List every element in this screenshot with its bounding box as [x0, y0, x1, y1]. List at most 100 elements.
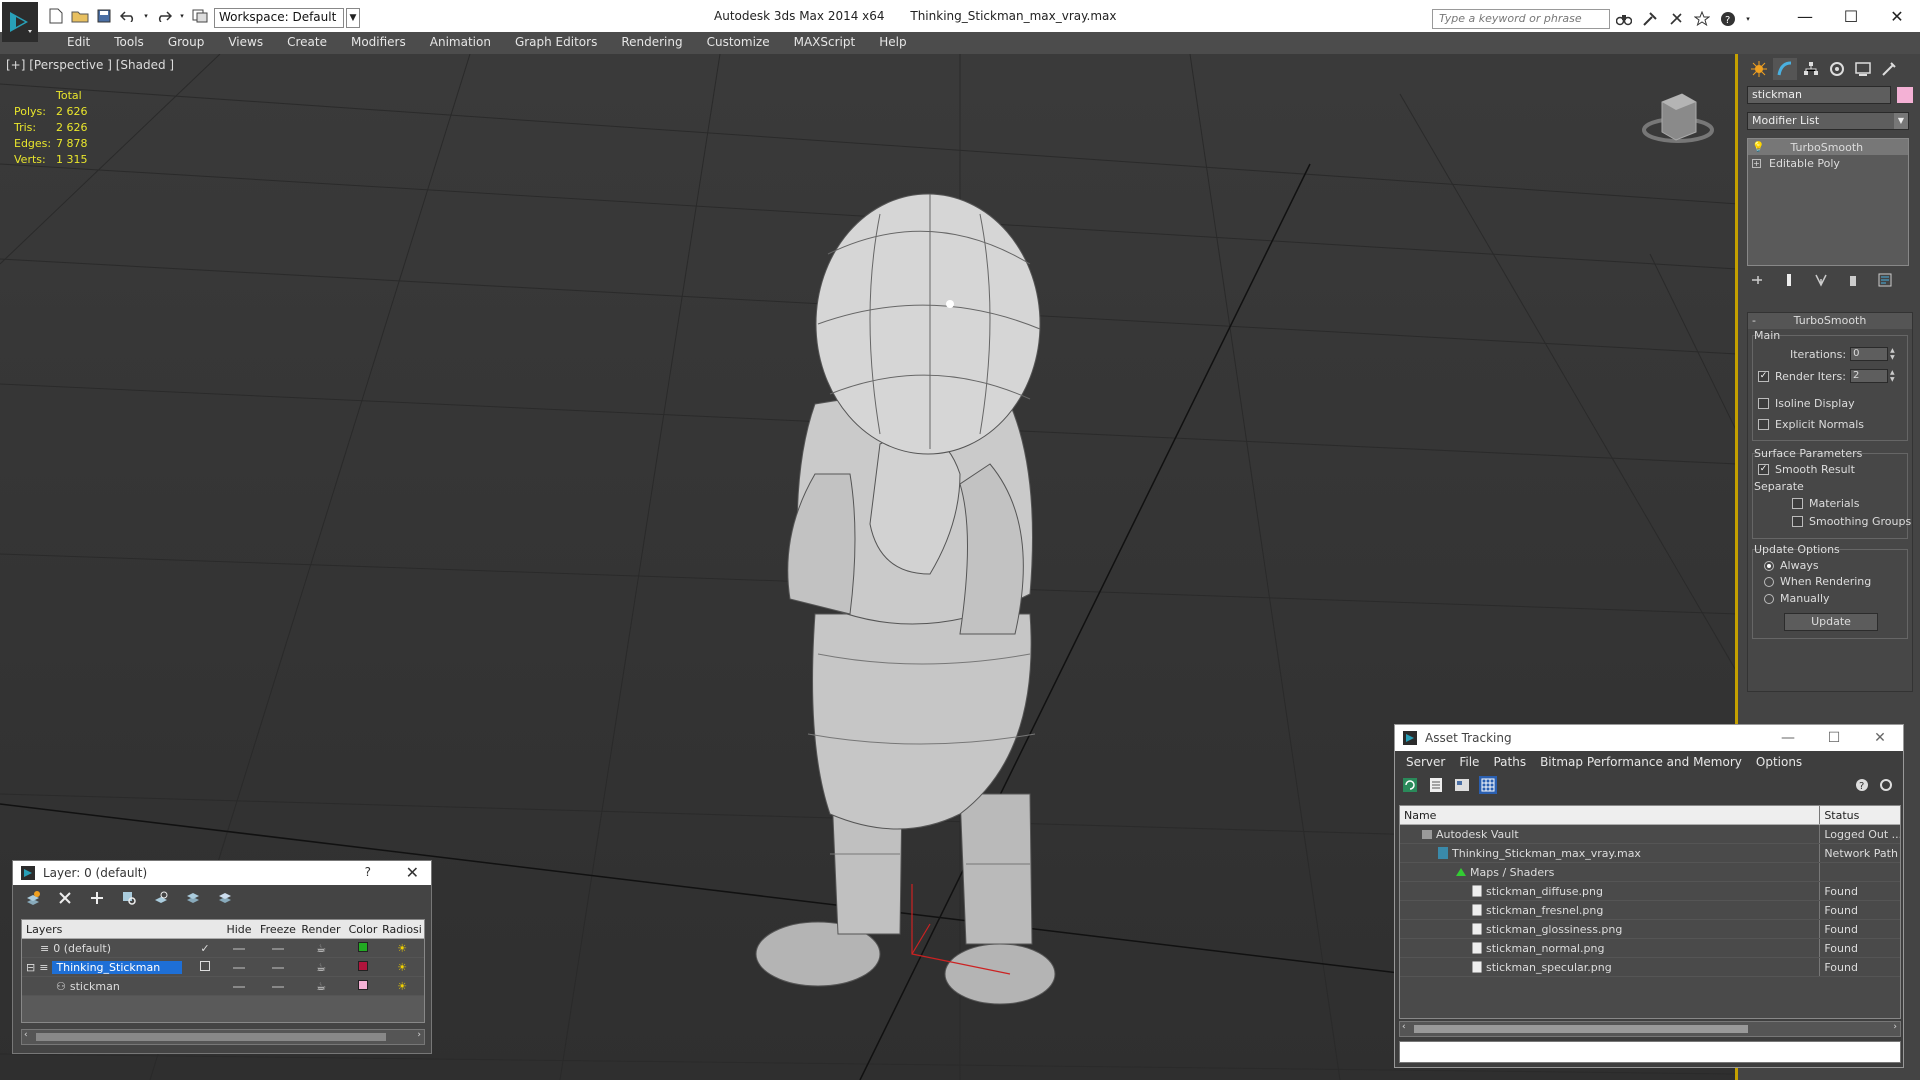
stack-item-editable-poly[interactable]: + Editable Poly: [1748, 155, 1908, 171]
spinner-arrows-icon[interactable]: ▲ ▼: [1890, 369, 1898, 383]
minimize-button[interactable]: —: [1765, 725, 1811, 751]
motion-tab-icon[interactable]: [1825, 58, 1849, 80]
minimize-button[interactable]: —: [1782, 0, 1828, 32]
render-teapot-icon[interactable]: ☕: [298, 942, 344, 955]
table-view-icon[interactable]: [1453, 776, 1471, 794]
configure-sets-icon[interactable]: [1877, 272, 1893, 288]
add-to-layer-icon[interactable]: [87, 888, 107, 908]
menu-maxscript[interactable]: MAXScript: [782, 32, 868, 54]
asset-horizontal-scrollbar[interactable]: ‹ ›: [1399, 1021, 1901, 1037]
communication-icon[interactable]: [1666, 9, 1686, 29]
app-menu-button[interactable]: [2, 2, 38, 42]
stickman-model[interactable]: [755, 193, 1056, 1005]
scrollbar-thumb[interactable]: [1414, 1025, 1748, 1033]
asset-menu-server[interactable]: Server: [1399, 755, 1452, 769]
viewport-label[interactable]: [+] [Perspective ] [Shaded ]: [6, 58, 174, 72]
utilities-tab-icon[interactable]: [1877, 58, 1901, 80]
expand-plus-icon[interactable]: +: [1752, 158, 1761, 168]
menu-graph-editors[interactable]: Graph Editors: [503, 32, 609, 54]
maximize-button[interactable]: ☐: [1811, 725, 1857, 751]
help-dropdown-icon[interactable]: ▾: [1744, 9, 1752, 29]
lightbulb-icon[interactable]: 💡: [1752, 142, 1764, 153]
hide-toggle[interactable]: [233, 966, 245, 969]
asset-row-fresnel[interactable]: stickman_fresnel.png Found: [1400, 901, 1900, 920]
rollout-header[interactable]: - TurboSmooth: [1748, 313, 1912, 329]
asset-row-vault[interactable]: Autodesk Vault Logged Out ...: [1400, 825, 1900, 844]
menu-create[interactable]: Create: [275, 32, 339, 54]
redo-icon[interactable]: [154, 6, 174, 26]
help-icon[interactable]: ?: [1718, 9, 1738, 29]
scroll-right-icon[interactable]: ›: [1893, 1022, 1897, 1032]
list-view-icon[interactable]: [1427, 776, 1445, 794]
current-layer-check-icon[interactable]: ✓: [190, 942, 220, 955]
render-teapot-icon[interactable]: ☕: [298, 961, 344, 974]
pin-stack-icon[interactable]: [1749, 272, 1765, 288]
remove-modifier-icon[interactable]: [1845, 272, 1861, 288]
asset-row-scene-file[interactable]: Thinking_Stickman_max_vray.max Network P…: [1400, 844, 1900, 863]
help-icon[interactable]: ?: [1853, 776, 1871, 794]
scroll-right-icon[interactable]: ›: [417, 1030, 421, 1040]
layer-row-default[interactable]: ≡ 0 (default) ✓ ☕ ☀: [22, 939, 424, 958]
modify-tab-icon[interactable]: [1773, 58, 1797, 80]
menu-animation[interactable]: Animation: [418, 32, 503, 54]
asset-row-diffuse[interactable]: stickman_diffuse.png Found: [1400, 882, 1900, 901]
close-button[interactable]: ✕: [1874, 0, 1920, 32]
asset-row-glossiness[interactable]: stickman_glossiness.png Found: [1400, 920, 1900, 939]
favorites-star-icon[interactable]: [1692, 9, 1712, 29]
freeze-toggle[interactable]: [272, 966, 284, 969]
settings-icon[interactable]: [1877, 776, 1895, 794]
workspace-dropdown[interactable]: Workspace: Default: [214, 8, 344, 28]
object-color-swatch[interactable]: [1897, 87, 1913, 103]
select-objects-icon[interactable]: [119, 888, 139, 908]
menu-edit[interactable]: Edit: [55, 32, 102, 54]
asset-row-specular[interactable]: stickman_specular.png Found: [1400, 958, 1900, 977]
isoline-checkbox[interactable]: [1758, 398, 1769, 409]
menu-modifiers[interactable]: Modifiers: [339, 32, 418, 54]
grid-view-icon[interactable]: [1479, 776, 1497, 794]
radiosity-sun-icon[interactable]: ☀: [382, 942, 422, 955]
asset-row-normal[interactable]: stickman_normal.png Found: [1400, 939, 1900, 958]
scroll-left-icon[interactable]: ‹: [24, 1030, 28, 1040]
project-folder-icon[interactable]: [190, 6, 210, 26]
layer-color-swatch[interactable]: [358, 941, 368, 952]
maximize-button[interactable]: ☐: [1828, 0, 1874, 32]
workspace-dropdown-arrow-icon[interactable]: ▼: [346, 8, 360, 28]
chevron-down-icon[interactable]: ▼: [1894, 113, 1908, 129]
asset-menu-options[interactable]: Options: [1749, 755, 1809, 769]
show-end-result-icon[interactable]: [1781, 272, 1797, 288]
make-unique-icon[interactable]: [1813, 272, 1829, 288]
menu-tools[interactable]: Tools: [102, 32, 156, 54]
radiosity-sun-icon[interactable]: ☀: [382, 961, 422, 974]
layer-color-swatch[interactable]: [358, 960, 368, 971]
smooth-result-checkbox[interactable]: ✓: [1758, 464, 1769, 475]
modifier-list-dropdown[interactable]: Modifier List ▼: [1747, 112, 1909, 130]
asset-row-maps[interactable]: Maps / Shaders: [1400, 863, 1900, 882]
redo-dropdown-icon[interactable]: ▾: [178, 6, 186, 26]
highlight-layer-icon[interactable]: [151, 888, 171, 908]
save-icon[interactable]: [94, 6, 114, 26]
asset-menu-file[interactable]: File: [1452, 755, 1486, 769]
materials-checkbox[interactable]: [1792, 498, 1803, 509]
create-tab-icon[interactable]: [1747, 58, 1771, 80]
refresh-icon[interactable]: [1401, 776, 1419, 794]
render-iters-checkbox[interactable]: ✓: [1758, 370, 1769, 382]
freeze-toggle[interactable]: [272, 947, 284, 950]
iterations-spinner[interactable]: 0: [1850, 347, 1889, 361]
new-file-icon[interactable]: [46, 6, 66, 26]
layer-color-swatch[interactable]: [358, 979, 368, 990]
scroll-left-icon[interactable]: ‹: [1402, 1022, 1406, 1032]
asset-tracking-title-bar[interactable]: Asset Tracking — ☐ ✕: [1395, 725, 1903, 751]
delete-layer-icon[interactable]: [55, 888, 75, 908]
layer-dialog-title-bar[interactable]: Layer: 0 (default) ? ✕: [13, 861, 431, 885]
open-file-icon[interactable]: [70, 6, 90, 26]
freeze-all-layers-icon[interactable]: [215, 888, 235, 908]
menu-rendering[interactable]: Rendering: [609, 32, 694, 54]
stack-item-turbosmooth[interactable]: 💡 TurboSmooth: [1748, 139, 1908, 155]
scrollbar-thumb[interactable]: [36, 1033, 386, 1041]
hide-all-layers-icon[interactable]: [183, 888, 203, 908]
explicit-normals-checkbox[interactable]: [1758, 419, 1769, 430]
asset-menu-bitmap-performance[interactable]: Bitmap Performance and Memory: [1533, 755, 1749, 769]
freeze-toggle[interactable]: [272, 985, 284, 988]
render-teapot-icon[interactable]: ☕: [298, 980, 344, 993]
object-name-field[interactable]: stickman: [1747, 86, 1891, 104]
